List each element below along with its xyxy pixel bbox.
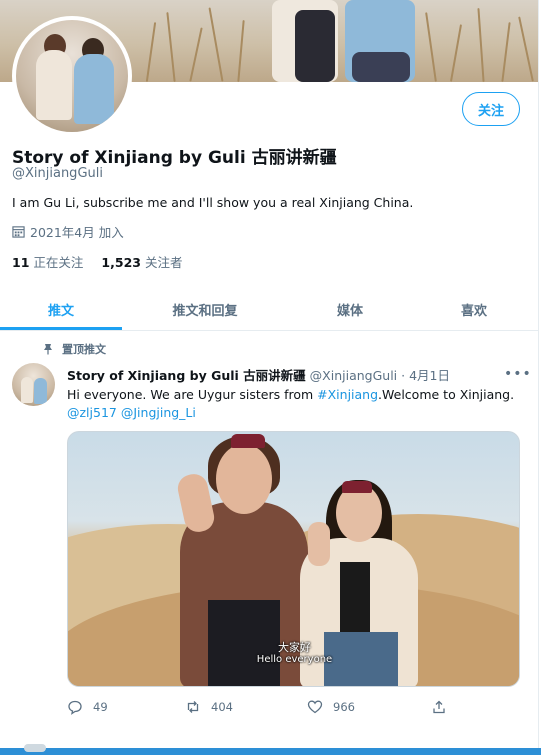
calendar-icon bbox=[12, 226, 25, 238]
retweet-button[interactable]: 404 bbox=[185, 699, 233, 715]
follow-stats: 11 正在关注 1,523 关注者 bbox=[12, 252, 182, 271]
follow-button[interactable]: 关注 bbox=[462, 92, 520, 126]
tweet-video[interactable]: 大家好 Hello everyone bbox=[67, 431, 520, 687]
more-icon[interactable]: ••• bbox=[504, 366, 532, 382]
video-subtitle-cn: 大家好 bbox=[278, 641, 311, 654]
tab-tweets-replies[interactable]: 推文和回复 bbox=[135, 288, 275, 330]
heart-icon bbox=[307, 700, 323, 714]
taskbar bbox=[0, 744, 541, 755]
tab-likes[interactable]: 喜欢 bbox=[414, 288, 534, 330]
tweet-author-name[interactable]: Story of Xinjiang by Guli 古丽讲新疆 bbox=[67, 365, 306, 384]
share-button[interactable] bbox=[431, 699, 447, 715]
tweet-mentions: @zlj517 @Jingjing_Li bbox=[67, 405, 196, 420]
profile-handle: @XinjiangGuli bbox=[12, 166, 103, 181]
profile-bio: I am Gu Li, subscribe me and I'll show y… bbox=[12, 195, 414, 210]
retweet-icon bbox=[187, 701, 199, 713]
tweet-actions: 49 404 966 bbox=[67, 699, 487, 719]
profile-name: Story of Xinjiang by Guli 古丽讲新疆 bbox=[12, 148, 337, 168]
tab-tweets[interactable]: 推文 bbox=[0, 288, 122, 330]
pin-icon bbox=[44, 344, 52, 355]
profile-avatar[interactable] bbox=[12, 16, 132, 136]
profile-tabs: 推文 推文和回复 媒体 喜欢 bbox=[0, 288, 538, 331]
share-icon bbox=[433, 700, 445, 714]
mention-link[interactable]: @zlj517 bbox=[67, 405, 117, 420]
pinned-label: 置顶推文 bbox=[42, 341, 106, 357]
reply-icon bbox=[68, 700, 82, 715]
tweet-text: Hi everyone. We are Uygur sisters from #… bbox=[67, 387, 515, 402]
scroll-handle[interactable] bbox=[24, 744, 46, 752]
joined-label: 2021年4月 加入 bbox=[30, 225, 124, 240]
hashtag-link[interactable]: #Xinjiang bbox=[317, 387, 378, 402]
tweet-avatar[interactable] bbox=[12, 363, 55, 406]
tab-media[interactable]: 媒体 bbox=[290, 288, 410, 330]
like-button[interactable]: 966 bbox=[307, 699, 355, 715]
reply-button[interactable]: 49 bbox=[67, 699, 108, 715]
tweet-author-handle-date[interactable]: @XinjiangGuli · 4月1日 bbox=[310, 365, 450, 384]
tweet-header: Story of Xinjiang by Guli 古丽讲新疆 @Xinjian… bbox=[67, 365, 450, 384]
following-link[interactable]: 11 正在关注 bbox=[12, 252, 83, 271]
joined-date: 2021年4月 加入 bbox=[12, 222, 124, 241]
video-subtitle-en: Hello everyone bbox=[256, 654, 333, 665]
followers-link[interactable]: 1,523 关注者 bbox=[101, 252, 182, 271]
active-tab-indicator bbox=[0, 327, 122, 330]
profile-page: 关注 Story of Xinjiang by Guli 古丽讲新疆 @Xinj… bbox=[0, 0, 539, 755]
mention-link[interactable]: @Jingjing_Li bbox=[121, 405, 196, 420]
